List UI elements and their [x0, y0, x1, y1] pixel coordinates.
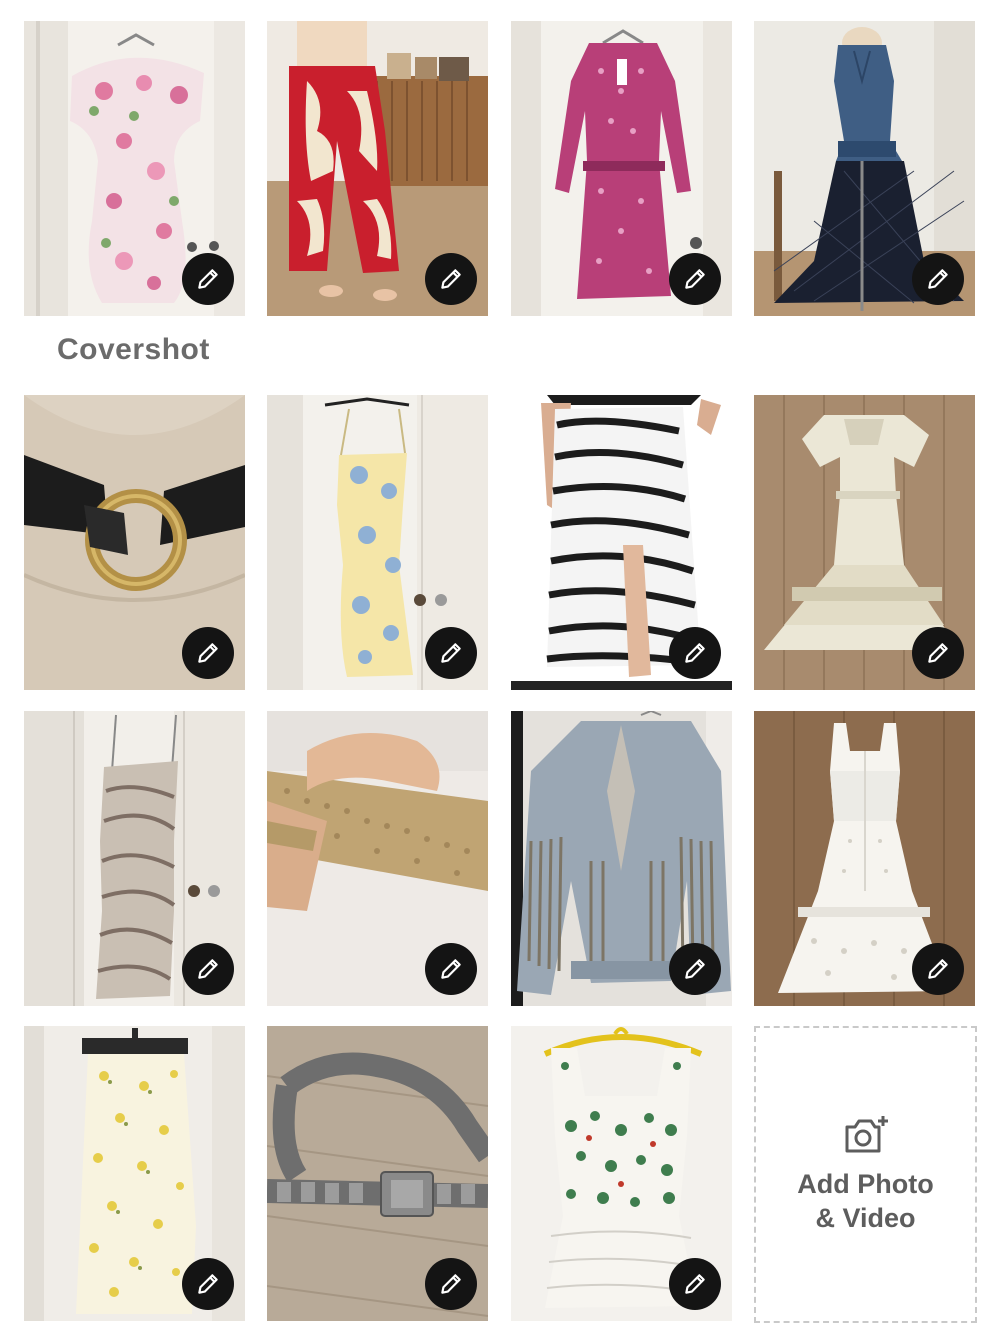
edit-photo-button[interactable]	[669, 627, 721, 679]
pencil-icon	[928, 269, 948, 289]
listing-photo-12[interactable]	[754, 711, 975, 1006]
listing-photo-9[interactable]	[24, 711, 245, 1006]
edit-photo-button[interactable]	[912, 627, 964, 679]
edit-photo-button[interactable]	[425, 943, 477, 995]
listing-photo-10[interactable]	[267, 711, 488, 1006]
edit-photo-button[interactable]	[182, 253, 234, 305]
pencil-icon	[685, 643, 705, 663]
camera-plus-icon	[845, 1115, 888, 1152]
edit-photo-button[interactable]	[669, 253, 721, 305]
pencil-icon	[441, 959, 461, 979]
pencil-icon	[685, 959, 705, 979]
add-photo-video-button[interactable]: Add Photo & Video	[754, 1026, 977, 1323]
listing-photo-6[interactable]	[267, 395, 488, 690]
edit-photo-button[interactable]	[425, 253, 477, 305]
edit-photo-button[interactable]	[912, 253, 964, 305]
listing-photo-3[interactable]	[511, 21, 732, 316]
add-label-line-1: Add Photo	[797, 1168, 934, 1199]
listing-photo-11[interactable]	[511, 711, 732, 1006]
edit-photo-button[interactable]	[182, 943, 234, 995]
edit-photo-button[interactable]	[425, 627, 477, 679]
edit-photo-button[interactable]	[669, 1258, 721, 1310]
pencil-icon	[198, 643, 218, 663]
edit-photo-button[interactable]	[425, 1258, 477, 1310]
pencil-icon	[198, 959, 218, 979]
pencil-icon	[198, 1274, 218, 1294]
listing-photo-2[interactable]	[267, 21, 488, 316]
covershot-label: Covershot	[57, 333, 210, 366]
edit-photo-button[interactable]	[182, 627, 234, 679]
listing-photo-4[interactable]	[754, 21, 975, 316]
pencil-icon	[198, 269, 218, 289]
listing-photo-8[interactable]	[754, 395, 975, 690]
listing-photo-13[interactable]	[24, 1026, 245, 1321]
pencil-icon	[928, 643, 948, 663]
pencil-icon	[441, 269, 461, 289]
pencil-icon	[928, 959, 948, 979]
add-photo-video-label: Add Photo & Video	[776, 1167, 956, 1235]
listing-photo-15[interactable]	[511, 1026, 732, 1321]
add-label-line-2: & Video	[815, 1202, 916, 1233]
listing-photo-14[interactable]	[267, 1026, 488, 1321]
pencil-icon	[685, 1274, 705, 1294]
pencil-icon	[441, 643, 461, 663]
listing-photo-1[interactable]	[24, 21, 245, 316]
pencil-icon	[685, 269, 705, 289]
edit-photo-button[interactable]	[669, 943, 721, 995]
edit-photo-button[interactable]	[182, 1258, 234, 1310]
listing-photo-5[interactable]	[24, 395, 245, 690]
edit-photo-button[interactable]	[912, 943, 964, 995]
listing-photo-7[interactable]	[511, 395, 732, 690]
pencil-icon	[441, 1274, 461, 1294]
